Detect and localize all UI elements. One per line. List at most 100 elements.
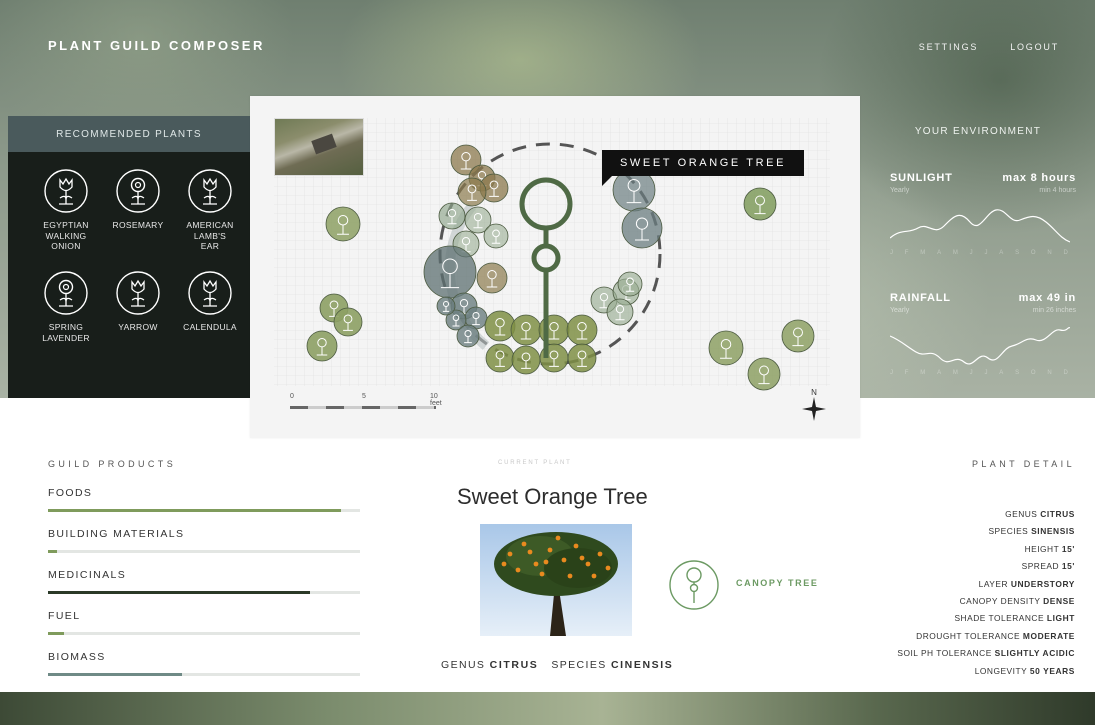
orange-fruit [539,571,545,577]
scale-bar-graphic [290,406,436,409]
compass: N [802,388,826,426]
plant-marker[interactable] [747,357,781,391]
logout-link[interactable]: LOGOUT [1010,42,1059,52]
settings-link[interactable]: SETTINGS [919,42,978,52]
plant-marker[interactable] [485,343,515,373]
month-label: A [999,250,1004,256]
orange-fruit [533,561,539,567]
plant-marker[interactable] [743,187,777,221]
plant-marker[interactable] [476,262,508,294]
plant-detail-key: SOIL PH TOLERANCE [897,648,992,659]
sunlight-label: SUNLIGHT [890,172,953,184]
orange-fruit [543,559,549,565]
plant-marker[interactable] [511,345,541,375]
recommended-plant-item[interactable]: AMERICAN LAMB'S EAR [174,168,246,252]
scale-bar: 0 5 10 feet [290,393,450,409]
month-label: J [890,370,893,376]
plant-detail-row: GENUS CITRUS [897,506,1075,523]
plant-detail-value: CITRUS [1040,509,1075,519]
plant-detail-value: UNDERSTORY [1010,578,1075,589]
plant-marker[interactable] [708,330,744,366]
canopy-tree-icon [669,560,719,610]
recommended-plant-item[interactable]: ROSEMARY [102,168,174,252]
plant-marker[interactable] [484,310,516,342]
month-label: M [952,250,958,256]
plant-marker[interactable] [438,202,466,230]
orange-fruit [561,557,567,563]
plant-marker[interactable] [325,206,361,242]
sunlight-panel: SUNLIGHT max 8 hours Yearly min 4 hours … [890,172,1076,256]
rainfall-max: max 49 in [1018,292,1076,304]
orange-fruit [573,543,579,549]
plant-marker[interactable] [436,296,456,316]
guild-product-row[interactable]: MEDICINALS [48,569,360,594]
plant-marker[interactable] [606,298,634,326]
recommended-plants-grid: EGYPTIAN WALKING ONION ROSEMARY AMERICAN L… [30,168,244,343]
recommended-plant-item[interactable]: CALENDULA [174,270,246,343]
compass-north-label: N [811,388,817,397]
month-label: M [920,370,926,376]
guild-map[interactable]: SWEET ORANGE TREE N 0 5 10 feet [250,96,860,438]
plant-detail-list: GENUS CITRUS SPECIES SINENSIS HEIGHT 15' SP… [897,506,1075,680]
plant-detail-row: LONGEVITY 50 YEARS [897,663,1075,680]
sunlight-months: JFMAMJJASOND [890,250,1068,256]
canopy-layer-label: CANOPY TREE [736,578,819,588]
plant-detail-key: SPECIES [988,526,1029,537]
current-plant-name: Sweet Orange Tree [457,484,648,509]
plant-marker[interactable] [333,307,363,337]
orange-fruit [501,561,507,567]
month-label: A [999,370,1004,376]
plant-marker[interactable] [483,223,509,249]
recommended-plant-item[interactable]: YARROW [102,270,174,343]
plant-marker[interactable] [456,324,480,348]
month-label: D [1063,250,1068,256]
scale-label-10: 10 feet [430,393,442,407]
plant-detail-key: CANOPY DENSITY [959,596,1041,607]
plant-detail-key: LAYER [978,578,1008,589]
species-key: SPECIES [551,659,607,671]
plant-detail-value: MODERATE [1022,630,1075,641]
month-label: M [952,370,958,376]
guild-product-bar-fill [48,550,58,553]
plant-marker[interactable] [306,330,338,362]
guild-product-row[interactable]: BIOMASS [48,651,360,676]
plant-marker[interactable] [423,245,477,299]
guild-products-title: GUILD PRODUCTS [48,459,177,469]
aerial-thumbnail[interactable] [274,118,364,176]
plant-marker[interactable] [781,319,815,353]
plant-marker[interactable] [457,177,487,207]
orange-fruit [507,551,513,557]
plant-detail-key: SPREAD [1021,561,1060,572]
sunlight-min: min 4 hours [1039,187,1076,194]
month-label: S [1015,370,1020,376]
genus-key: GENUS [441,659,486,671]
plant-marker[interactable] [621,207,663,249]
recommended-plant-item[interactable]: SPRING LAVENDER [30,270,102,343]
recommended-plant-label: YARROW [118,321,158,332]
current-plant-label: CURRENT PLANT [498,460,572,466]
sunlight-max: max 8 hours [1002,172,1076,184]
plant-marker[interactable] [510,314,542,346]
month-label: J [984,370,988,376]
rainfall-months: JFMAMJJASOND [890,370,1068,376]
guild-product-row[interactable]: BUILDING MATERIALS [48,528,360,553]
guild-product-row[interactable]: FUEL [48,610,360,635]
plant-marker[interactable] [567,343,597,373]
recommended-plant-item[interactable]: EGYPTIAN WALKING ONION [30,168,102,252]
plant-detail-key: SHADE TOLERANCE [954,613,1045,624]
flower-icon [44,271,88,315]
guild-products-list: FOODS BUILDING MATERIALS MEDICINALS FUEL BIO… [48,487,360,692]
tulip-icon [116,271,160,315]
month-label: M [920,250,926,256]
tulip-icon [188,271,232,315]
plant-marker[interactable] [566,314,598,346]
recommended-plant-label: EGYPTIAN WALKING ONION [43,220,89,252]
rainfall-sparkline [890,326,1070,365]
plant-marker[interactable] [617,271,643,297]
rainfall-panel: RAINFALL max 49 in Yearly min 26 inches … [890,292,1076,376]
guild-product-bar-track [48,673,360,676]
month-label: F [904,370,909,376]
guild-product-row[interactable]: FOODS [48,487,360,512]
recommended-plant-label: AMERICAN LAMB'S EAR [186,220,234,252]
guild-product-label: BUILDING MATERIALS [48,528,185,540]
